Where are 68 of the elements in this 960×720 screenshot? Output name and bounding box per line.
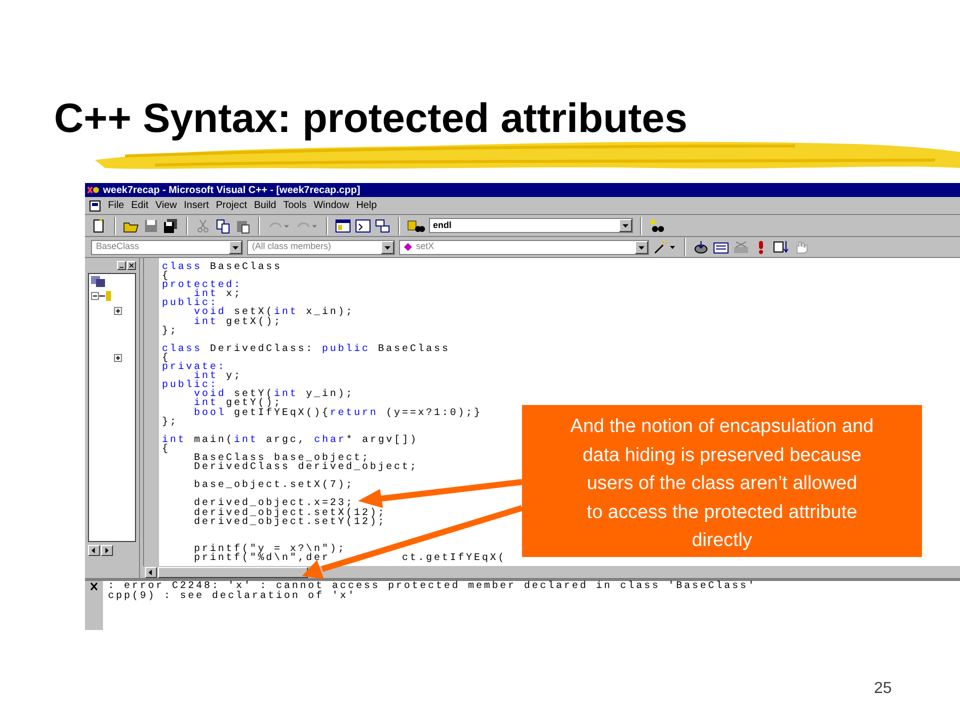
find-field[interactable]: endl bbox=[429, 218, 633, 233]
compile-icon[interactable] bbox=[693, 239, 709, 255]
code-line: { bbox=[162, 354, 170, 364]
code-line: int getY(); bbox=[193, 399, 282, 408]
document-icon bbox=[89, 200, 101, 212]
find-in-files-icon[interactable] bbox=[407, 218, 425, 234]
code-line: int x; bbox=[194, 290, 242, 300]
window-title: week7recap - Microsoft Visual C++ - [week7recap.cpp] bbox=[103, 184, 360, 198]
output-line: cpp(9) : see declaration of 'x' bbox=[108, 592, 356, 601]
menu-item[interactable]: Build bbox=[254, 198, 276, 213]
output-window-icon[interactable] bbox=[355, 218, 371, 234]
code-line: { bbox=[162, 272, 170, 282]
scroll-right-icon[interactable] bbox=[101, 545, 113, 556]
save-all-icon[interactable] bbox=[163, 218, 179, 234]
menu-item[interactable]: File bbox=[108, 198, 124, 213]
code-line: }; bbox=[162, 418, 178, 427]
tree-node-icon[interactable] bbox=[91, 291, 113, 301]
code-line: int main(int argc, char* argv[]) bbox=[162, 436, 418, 445]
menu-item[interactable]: Window bbox=[314, 198, 350, 213]
member-dropdown[interactable]: setX bbox=[399, 240, 649, 254]
scroll-left-icon[interactable] bbox=[88, 545, 100, 556]
tree-node-icon[interactable] bbox=[114, 307, 122, 315]
code-line: public: bbox=[162, 299, 218, 308]
classes-icon[interactable] bbox=[91, 276, 107, 288]
code-line: DerivedClass derived_object; bbox=[193, 463, 418, 472]
code-line: base_object.setX(7); bbox=[193, 481, 354, 490]
menu-item[interactable]: Insert bbox=[184, 198, 209, 213]
window-list-icon[interactable] bbox=[375, 218, 391, 234]
copy-icon[interactable] bbox=[215, 218, 231, 234]
minimize-icon[interactable] bbox=[117, 261, 126, 270]
filter-dropdown[interactable]: (All class members) bbox=[247, 240, 395, 254]
tree-node-icon[interactable] bbox=[114, 354, 122, 362]
callout-text: And the notion of encapsulation and data hiding is preserved because users of the class aren’t allowed to access the protected attribute directly bbox=[569, 415, 875, 553]
code-line: public: bbox=[162, 381, 218, 390]
code-line: { bbox=[162, 444, 170, 454]
menu-item[interactable]: Help bbox=[356, 198, 377, 213]
output-line: : error C2248: 'x' : cannot access protected member declared in class 'BaseClass' bbox=[108, 582, 756, 592]
workspace-icon[interactable] bbox=[335, 218, 351, 234]
code-line: printf("y = x?\n"); bbox=[193, 544, 346, 554]
binoculars-icon[interactable] bbox=[649, 218, 665, 234]
slide-title: C++ Syntax: protected attributes bbox=[54, 94, 688, 143]
code-line: private: bbox=[162, 363, 226, 372]
magic-wand-icon[interactable] bbox=[653, 239, 677, 255]
close-icon[interactable] bbox=[89, 582, 99, 591]
code-fragment: ct.getIfYEqX( bbox=[402, 554, 506, 564]
scrollbar-thumb[interactable] bbox=[158, 566, 308, 578]
code-line: void setX(int x_in); bbox=[194, 308, 354, 318]
code-line: int y; bbox=[194, 372, 242, 382]
page-number: 25 bbox=[874, 679, 892, 699]
code-line: derived_object.x=23; bbox=[193, 499, 354, 509]
code-line: int getX(); bbox=[193, 318, 282, 327]
code-fragment: printf("%d\n",der bbox=[193, 554, 330, 564]
menu-item[interactable]: View bbox=[155, 198, 177, 213]
diamond-icon bbox=[404, 243, 412, 251]
save-icon[interactable] bbox=[143, 218, 159, 234]
class-dropdown[interactable]: BaseClass bbox=[91, 240, 243, 254]
step-into-icon[interactable] bbox=[773, 239, 789, 255]
scroll-left-icon[interactable] bbox=[145, 566, 157, 578]
menu-item[interactable]: Edit bbox=[131, 198, 148, 213]
code-line: bool getIfYEqX(){return (y==x?1:0);} bbox=[193, 408, 482, 418]
app-icon bbox=[87, 185, 99, 195]
menu-item[interactable]: Tools bbox=[283, 198, 307, 213]
code-line: derived_object.setX(12); bbox=[193, 508, 386, 518]
code-line: protected: bbox=[162, 281, 242, 290]
code-line: }; bbox=[162, 326, 178, 336]
code-line: derived_object.setY(12); bbox=[193, 518, 386, 527]
menu-item[interactable]: Project bbox=[216, 198, 247, 213]
code-line: class DerivedClass: public BaseClass bbox=[162, 344, 450, 354]
